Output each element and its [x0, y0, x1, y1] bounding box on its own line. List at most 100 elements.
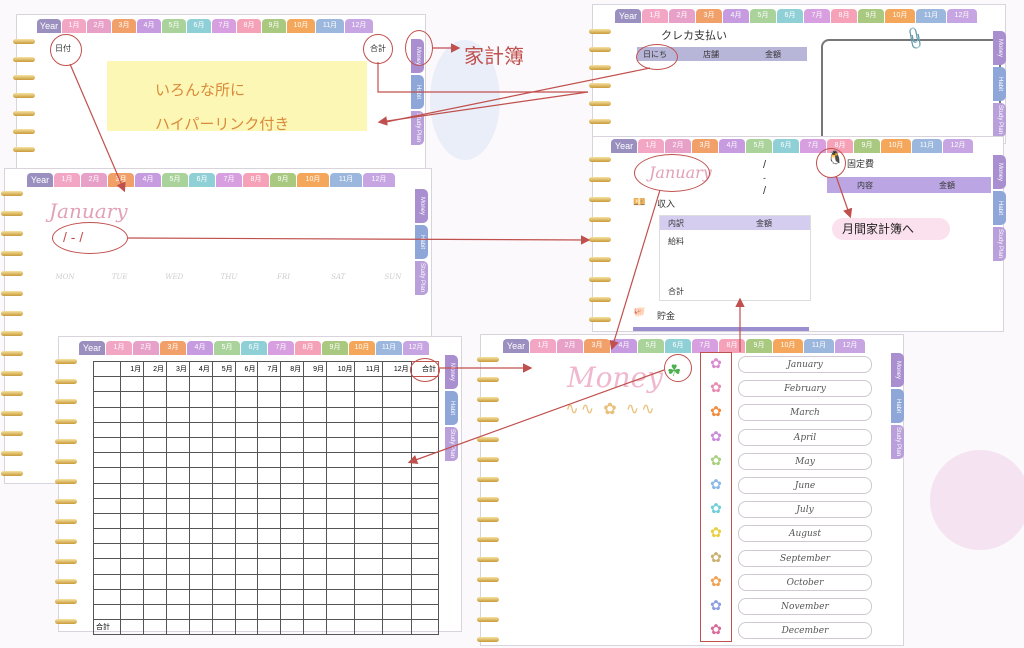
table-cell[interactable] — [166, 497, 190, 514]
table-cell[interactable] — [92, 421, 122, 438]
table-cell[interactable] — [280, 376, 305, 393]
table-cell[interactable] — [166, 573, 190, 590]
table-cell[interactable] — [382, 482, 412, 499]
tab-month[interactable]: 10月 — [297, 173, 329, 187]
tab-month[interactable]: 1月 — [62, 19, 86, 33]
table-cell[interactable] — [303, 603, 328, 621]
table-cell[interactable] — [354, 512, 384, 530]
side-tabs[interactable]: Money Habit Study Plan — [891, 353, 904, 605]
table-cell[interactable] — [166, 482, 190, 499]
table-cell[interactable] — [234, 391, 259, 408]
table-cell[interactable] — [326, 543, 356, 560]
table-cell[interactable] — [166, 436, 190, 454]
table-cell[interactable] — [303, 482, 328, 499]
month-link-button[interactable]: November — [738, 598, 872, 615]
table-cell[interactable] — [188, 391, 213, 408]
table-cell[interactable] — [280, 543, 305, 560]
table-cell[interactable] — [166, 558, 190, 575]
tab-year[interactable]: Year — [611, 139, 637, 153]
tab-month[interactable]: 10月 — [773, 339, 803, 353]
table-cell[interactable] — [188, 452, 213, 469]
table-cell[interactable] — [92, 512, 122, 530]
table-cell[interactable] — [410, 467, 440, 484]
month-link-button[interactable]: June — [738, 477, 872, 494]
table-cell[interactable] — [188, 543, 213, 560]
tab-month[interactable]: 6月 — [773, 139, 799, 153]
tab-month[interactable]: 11月 — [912, 139, 942, 153]
table-cell[interactable] — [234, 619, 259, 636]
tab-month[interactable]: 3月 — [696, 9, 722, 23]
tab-month[interactable]: 5月 — [162, 173, 188, 187]
table-cell[interactable] — [166, 588, 190, 606]
table-cell[interactable] — [211, 421, 236, 438]
tab-month[interactable]: 5月 — [214, 341, 240, 355]
tab-month[interactable]: 6月 — [777, 9, 803, 23]
table-cell[interactable] — [303, 558, 328, 575]
side-tab-habit[interactable]: Habit — [993, 191, 1006, 225]
tab-month[interactable]: 8月 — [243, 173, 269, 187]
table-cell[interactable] — [211, 573, 236, 590]
table-cell[interactable] — [92, 573, 122, 590]
table-cell[interactable] — [303, 406, 328, 423]
table-cell[interactable] — [120, 436, 145, 454]
tab-month[interactable]: 11月 — [316, 19, 344, 33]
table-cell[interactable] — [234, 467, 259, 484]
table-cell[interactable] — [188, 497, 213, 514]
table-cell[interactable] — [143, 467, 168, 484]
tab-month[interactable]: 6月 — [665, 339, 691, 353]
table-cell[interactable] — [188, 376, 213, 393]
table-cell[interactable] — [382, 619, 412, 636]
table-cell[interactable] — [354, 497, 384, 514]
table-cell[interactable] — [257, 558, 282, 575]
table-cell[interactable] — [354, 421, 384, 438]
table-cell[interactable] — [382, 497, 412, 514]
table-cell[interactable] — [410, 528, 440, 545]
table-cell[interactable] — [257, 573, 282, 590]
tab-month[interactable]: 11月 — [916, 9, 946, 23]
table-cell[interactable] — [280, 573, 305, 590]
table-cell[interactable] — [326, 558, 356, 575]
table-cell[interactable] — [382, 376, 412, 393]
table-cell[interactable] — [257, 603, 282, 621]
tab-month[interactable]: 1月 — [642, 9, 668, 23]
month-tabs[interactable]: Year 1月 2月 3月 4月 5月 6月 7月 8月 9月 10月 11月 … — [37, 19, 374, 33]
tab-month[interactable]: 10月 — [349, 341, 375, 355]
table-cell[interactable] — [211, 452, 236, 469]
tab-year[interactable]: Year — [37, 19, 61, 33]
side-tabs[interactable]: Money Habit Study Plan — [445, 355, 458, 607]
month-link-button[interactable]: December — [738, 622, 872, 640]
table-cell[interactable] — [234, 497, 259, 514]
table-cell[interactable] — [280, 436, 305, 454]
month-link-button[interactable]: July — [738, 501, 872, 519]
table-cell[interactable] — [326, 452, 356, 469]
side-tab-habit[interactable]: Habit — [411, 75, 424, 109]
table-cell[interactable] — [143, 421, 168, 438]
table-cell[interactable] — [410, 588, 440, 606]
table-cell[interactable] — [143, 588, 168, 606]
tab-month[interactable]: 3月 — [584, 339, 610, 353]
tab-month[interactable]: 1月 — [106, 341, 132, 355]
side-tab-money[interactable]: Money — [415, 189, 428, 223]
table-cell[interactable] — [143, 528, 168, 545]
table-cell[interactable] — [280, 406, 305, 423]
table-cell[interactable] — [257, 391, 282, 408]
tab-year[interactable]: Year — [79, 341, 105, 355]
table-cell[interactable] — [92, 406, 122, 423]
side-tab-money[interactable]: Money — [993, 155, 1006, 189]
table-cell[interactable] — [354, 603, 384, 621]
table-cell[interactable] — [211, 436, 236, 454]
table-cell[interactable] — [382, 512, 412, 530]
table-cell[interactable] — [120, 406, 145, 423]
side-tab-money[interactable]: Money — [993, 31, 1006, 65]
table-cell[interactable] — [166, 603, 190, 621]
month-link-button[interactable]: September — [738, 549, 872, 567]
table-cell[interactable] — [188, 482, 213, 499]
table-cell[interactable] — [354, 588, 384, 606]
table-cell[interactable] — [382, 436, 412, 454]
tab-year[interactable]: Year — [503, 339, 529, 353]
table-cell[interactable] — [143, 497, 168, 514]
table-cell[interactable] — [143, 436, 168, 454]
table-cell[interactable] — [188, 573, 213, 590]
table-cell[interactable] — [234, 603, 259, 621]
flower-icon[interactable]: ✿ — [708, 356, 724, 372]
